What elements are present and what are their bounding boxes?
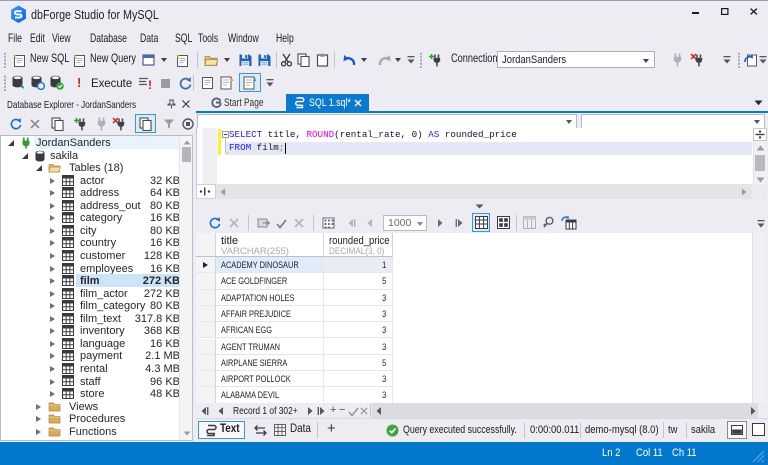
svg-text:!: ! [148, 78, 152, 90]
